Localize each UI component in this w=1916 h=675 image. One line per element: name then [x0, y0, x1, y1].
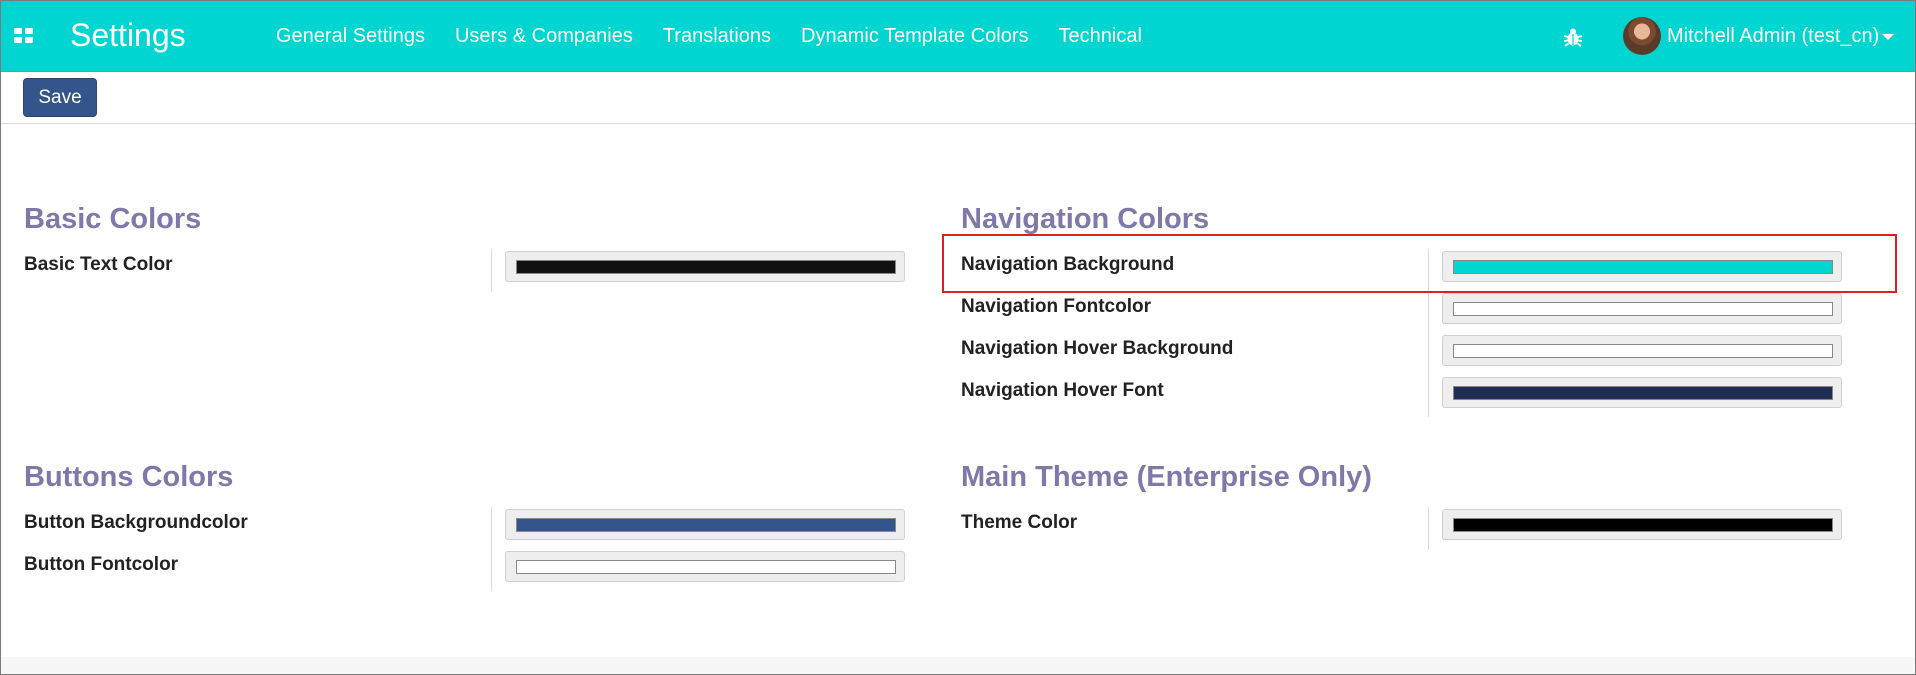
- screenshot-frame: [0, 0, 1916, 675]
